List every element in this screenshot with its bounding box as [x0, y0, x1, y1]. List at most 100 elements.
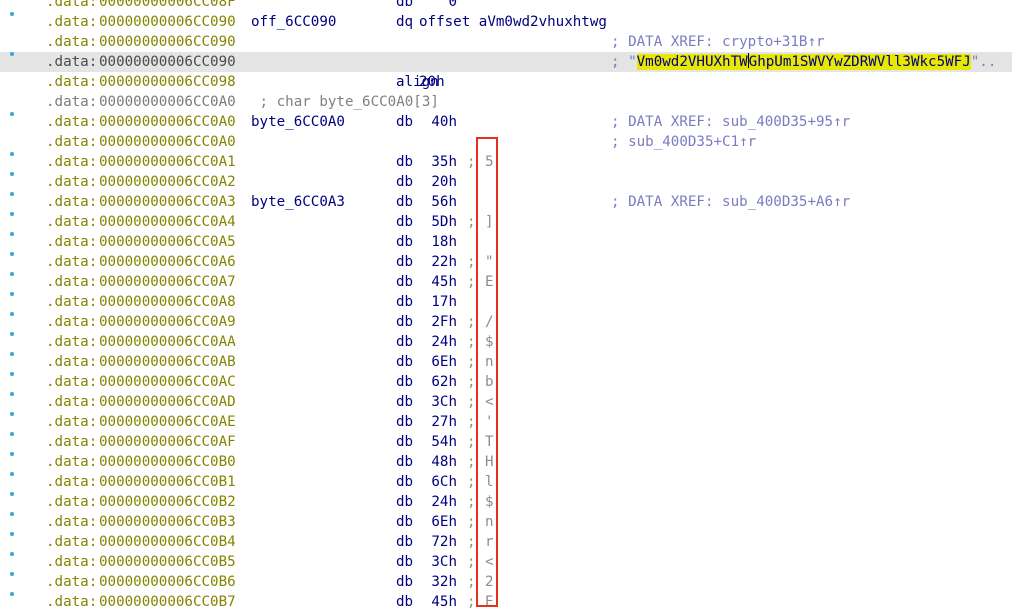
instruction-operand[interactable]: 6Eh [419, 352, 457, 372]
address[interactable]: 00000000006CC0A1 [99, 152, 236, 172]
breakpoint-dot-icon[interactable] [10, 372, 14, 376]
address[interactable]: 00000000006CC0A0 [99, 132, 236, 152]
address[interactable]: 00000000006CC090 [99, 52, 236, 72]
breakpoint-dot-icon[interactable] [10, 152, 14, 156]
address[interactable]: 00000000006CC0A2 [99, 172, 236, 192]
listing-row[interactable]: .data: 00000000006CC090 ; "Vm0wd2VHUXhTWGh… [0, 52, 1012, 72]
address[interactable]: 00000000006CC0B1 [99, 472, 236, 492]
instruction-operand[interactable]: 22h [419, 252, 457, 272]
instruction-operand[interactable]: 0 [419, 0, 457, 12]
instruction-operand[interactable]: 27h [419, 412, 457, 432]
disassembly-listing[interactable]: .data: 00000000006CC08F db 0 .data: 000000000… [0, 0, 1012, 611]
xref-comment[interactable]: ; sub_400D35+C1↑r [611, 132, 756, 152]
breakpoint-dot-icon[interactable] [10, 552, 14, 556]
breakpoint-dot-icon[interactable] [10, 12, 14, 16]
instruction-operand[interactable]: 18h [419, 232, 457, 252]
breakpoint-dot-icon[interactable] [10, 392, 14, 396]
breakpoint-dot-icon[interactable] [10, 312, 14, 316]
listing-row[interactable]: .data: 00000000006CC0B6 db 32h; 2 [0, 572, 1012, 592]
listing-row[interactable]: .data: 00000000006CC090 ; DATA XREF: crypt… [0, 32, 1012, 52]
listing-row[interactable]: .data: 00000000006CC0A4 db 5Dh;] [0, 212, 1012, 232]
instruction-operand[interactable]: 40h [419, 112, 457, 132]
address[interactable]: 00000000006CC098 [99, 72, 236, 92]
address[interactable]: 00000000006CC0AD [99, 392, 236, 412]
breakpoint-dot-icon[interactable] [10, 332, 14, 336]
instruction-operand[interactable]: 54h [419, 432, 457, 452]
address[interactable]: 00000000006CC0A0 [99, 92, 236, 112]
address[interactable]: 00000000006CC0AA [99, 332, 236, 352]
data-label[interactable]: off_6CC090 [251, 12, 336, 32]
instruction-operand[interactable]: 24h [419, 492, 457, 512]
listing-row[interactable]: .data: 00000000006CC0A8 db 17h [0, 292, 1012, 312]
listing-row[interactable]: .data: 00000000006CC0A9 db 2Fh; / [0, 312, 1012, 332]
breakpoint-dot-icon[interactable] [10, 592, 14, 596]
address[interactable]: 00000000006CC090 [99, 32, 236, 52]
instruction-operand[interactable]: 20h [419, 172, 457, 192]
listing-row[interactable]: .data: 00000000006CC0AF db 54h; T [0, 432, 1012, 452]
listing-row[interactable]: .data: 00000000006CC08F db 0 [0, 0, 1012, 12]
address[interactable]: 00000000006CC0B2 [99, 492, 236, 512]
address[interactable]: 00000000006CC0AE [99, 412, 236, 432]
instruction-operand[interactable]: 56h [419, 192, 457, 212]
breakpoint-dot-icon[interactable] [10, 432, 14, 436]
listing-row[interactable]: .data: 00000000006CC0AA db 24h; $ [0, 332, 1012, 352]
breakpoint-dot-icon[interactable] [10, 452, 14, 456]
listing-row[interactable]: .data: 00000000006CC0AD db 3Ch; < [0, 392, 1012, 412]
address[interactable]: 00000000006CC0A4 [99, 212, 236, 232]
listing-row[interactable]: .data: 00000000006CC0A0 ; sub_400D35+C1↑r [0, 132, 1012, 152]
instruction-operand[interactable]: 48h [419, 452, 457, 472]
address[interactable]: 00000000006CC0AF [99, 432, 236, 452]
breakpoint-dot-icon[interactable] [10, 572, 14, 576]
listing-row[interactable]: .data: 00000000006CC0A1 db 35h; 5 [0, 152, 1012, 172]
data-label[interactable]: byte_6CC0A0 [251, 112, 345, 132]
listing-row[interactable]: .data: 00000000006CC0A2 db 20h [0, 172, 1012, 192]
instruction-operand[interactable]: 35h [419, 152, 457, 172]
breakpoint-dot-icon[interactable] [10, 472, 14, 476]
xref-comment[interactable]: ; DATA XREF: sub_400D35+95↑r [611, 112, 850, 132]
breakpoint-dot-icon[interactable] [10, 172, 14, 176]
listing-row[interactable]: .data: 00000000006CC0B0 db 48h; H [0, 452, 1012, 472]
instruction-operand[interactable]: 32h [419, 572, 457, 592]
address[interactable]: 00000000006CC0A9 [99, 312, 236, 332]
instruction-operand[interactable]: offset aVm0wd2vhuxhtwg [419, 12, 607, 32]
listing-row[interactable]: .data: 00000000006CC0AB db 6Eh; n [0, 352, 1012, 372]
instruction-operand[interactable]: 2Fh [419, 312, 457, 332]
listing-row[interactable]: .data: 00000000006CC0B3 db 6Eh; n [0, 512, 1012, 532]
breakpoint-dot-icon[interactable] [10, 252, 14, 256]
xref-comment[interactable]: ; DATA XREF: sub_400D35+A6↑r [611, 192, 850, 212]
address[interactable]: 00000000006CC0A5 [99, 232, 236, 252]
listing-row[interactable]: .data: 00000000006CC0A6 db 22h; " [0, 252, 1012, 272]
listing-row[interactable]: .data: 00000000006CC0A3 byte_6CC0A3 db 56h ; … [0, 192, 1012, 212]
breakpoint-dot-icon[interactable] [10, 192, 14, 196]
listing-row[interactable]: .data: 00000000006CC0A0 byte_6CC0A0 db 40h ; … [0, 112, 1012, 132]
breakpoint-dot-icon[interactable] [10, 112, 14, 116]
instruction-operand[interactable]: 6Ch [419, 472, 457, 492]
breakpoint-dot-icon[interactable] [10, 512, 14, 516]
instruction-operand[interactable]: 72h [419, 532, 457, 552]
listing-row[interactable]: .data: 00000000006CC0B7 db 45h; E [0, 592, 1012, 612]
address[interactable]: 00000000006CC0AC [99, 372, 236, 392]
breakpoint-dot-icon[interactable] [10, 352, 14, 356]
instruction-operand[interactable]: 6Eh [419, 512, 457, 532]
instruction-operand[interactable]: 3Ch [419, 392, 457, 412]
instruction-operand[interactable]: 5Dh [419, 212, 457, 232]
string-preview-comment[interactable]: ; "Vm0wd2VHUXhTWGhpUm1SWVYwZDRWVll3Wkc5W… [611, 52, 996, 72]
address[interactable]: 00000000006CC08F [99, 0, 236, 12]
instruction-operand[interactable]: 24h [419, 332, 457, 352]
listing-row[interactable]: .data: 00000000006CC0A7 db 45h; E [0, 272, 1012, 292]
breakpoint-dot-icon[interactable] [10, 272, 14, 276]
address[interactable]: 00000000006CC0A3 [99, 192, 236, 212]
instruction-operand[interactable]: 20h [419, 72, 445, 92]
address[interactable]: 00000000006CC0A8 [99, 292, 236, 312]
breakpoint-dot-icon[interactable] [10, 52, 14, 56]
breakpoint-dot-icon[interactable] [10, 492, 14, 496]
instruction-operand[interactable]: 3Ch [419, 552, 457, 572]
data-label[interactable]: byte_6CC0A3 [251, 192, 345, 212]
xref-comment[interactable]: ; DATA XREF: crypto+31B↑r [611, 32, 825, 52]
address[interactable]: 00000000006CC0A0 [99, 112, 236, 132]
address[interactable]: 00000000006CC0B5 [99, 552, 236, 572]
address[interactable]: 00000000006CC0AB [99, 352, 236, 372]
listing-row[interactable]: .data: 00000000006CC0B1 db 6Ch; l [0, 472, 1012, 492]
breakpoint-dot-icon[interactable] [10, 532, 14, 536]
listing-row[interactable]: .data: 00000000006CC090 off_6CC090 dq offset… [0, 12, 1012, 32]
